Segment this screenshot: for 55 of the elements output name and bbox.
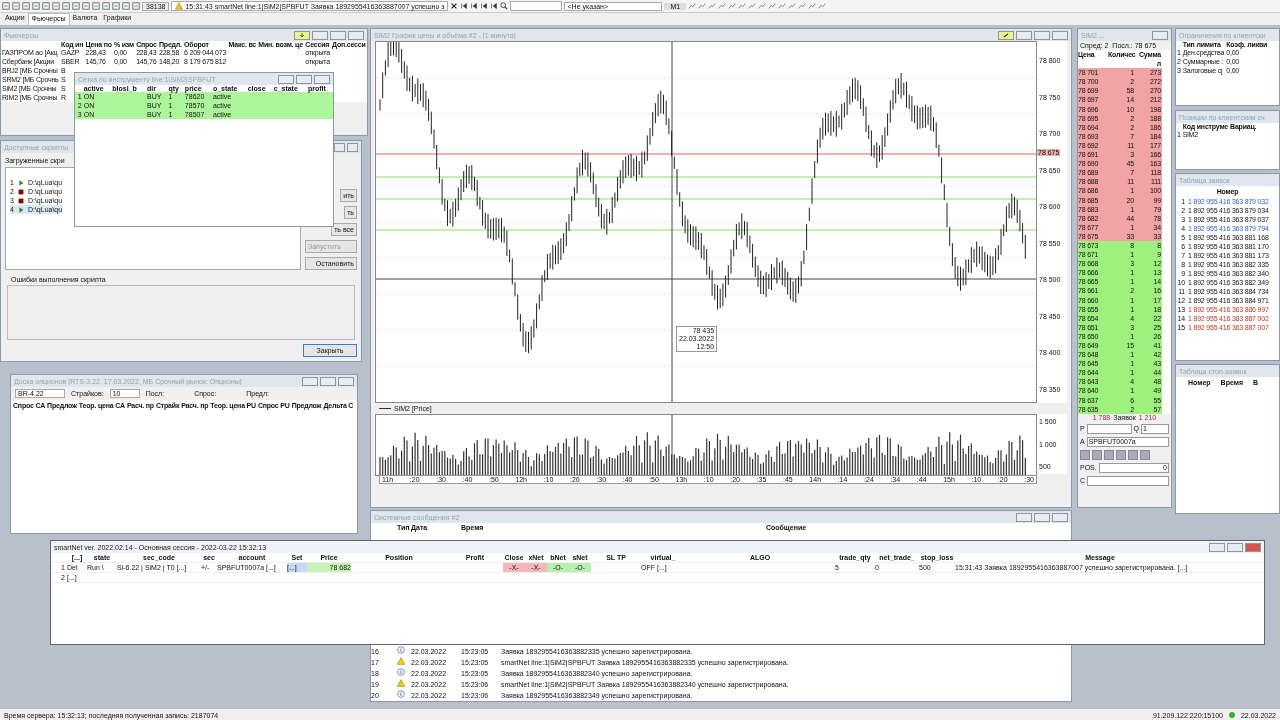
toolbar-tool-icon[interactable]	[102, 2, 110, 10]
toolbar-tool-icon[interactable]	[112, 2, 120, 10]
price-field[interactable]	[1086, 423, 1132, 434]
action-icon[interactable]	[1140, 449, 1150, 460]
close-button[interactable]	[338, 376, 354, 386]
toolbar-tool-icon[interactable]	[132, 2, 140, 10]
close-button[interactable]	[1052, 512, 1068, 522]
close-button[interactable]	[347, 142, 358, 152]
pin-button[interactable]	[294, 30, 310, 40]
maximize-button[interactable]	[296, 74, 312, 84]
maximize-button[interactable]	[1227, 542, 1243, 552]
toolbar-tool-icon[interactable]	[42, 2, 50, 10]
link-button[interactable]	[998, 30, 1014, 40]
minimize-button[interactable]	[1209, 542, 1225, 552]
maximize-button[interactable]	[1034, 30, 1050, 40]
action-icon[interactable]	[1080, 449, 1090, 460]
action-icon[interactable]	[1092, 449, 1102, 460]
search-field[interactable]	[510, 1, 563, 11]
play-icon	[16, 178, 25, 187]
connection-status-icon	[1228, 712, 1235, 718]
maximize-button[interactable]	[330, 30, 346, 40]
action-icon[interactable]	[1128, 449, 1138, 460]
close-button[interactable]	[1245, 542, 1261, 552]
toolbar-tool-icon[interactable]	[72, 2, 80, 10]
toolbar-tool-icon[interactable]	[122, 2, 130, 10]
maximize-button[interactable]	[334, 142, 345, 152]
toolbar-tool-icon[interactable]	[32, 2, 40, 10]
toolbar-tool-icon[interactable]	[22, 2, 30, 10]
toolbar-tool-icon[interactable]	[82, 2, 90, 10]
maximize-button[interactable]	[320, 376, 336, 386]
minimize-button[interactable]	[278, 74, 294, 84]
play-icon	[16, 205, 25, 214]
close-icon[interactable]	[450, 2, 459, 10]
comment-select[interactable]	[1087, 475, 1169, 486]
playback-icon[interactable]	[460, 2, 469, 10]
minimize-button[interactable]	[312, 30, 328, 40]
minimize-button[interactable]	[1152, 30, 1168, 40]
warning-icon	[175, 2, 184, 10]
action-icon[interactable]	[1116, 449, 1126, 460]
toolbar-tool-icon[interactable]	[92, 2, 100, 10]
toolbar-tool-icon[interactable]	[52, 2, 60, 10]
search-icon[interactable]	[500, 2, 509, 10]
playback-icon[interactable]	[480, 2, 489, 10]
close-button[interactable]	[1052, 30, 1068, 40]
toolbar-tool-icon[interactable]	[62, 2, 70, 10]
playback-icon[interactable]	[490, 2, 499, 10]
toolbar-tool-icon[interactable]	[2, 2, 10, 10]
playback-icon[interactable]	[470, 2, 479, 10]
close-button[interactable]	[348, 30, 364, 40]
maximize-button[interactable]	[1034, 512, 1050, 522]
minimize-button[interactable]	[302, 376, 318, 386]
toolbar-tool-icon[interactable]	[12, 2, 20, 10]
minimize-button[interactable]	[1016, 512, 1032, 522]
close-button[interactable]	[314, 74, 330, 84]
action-icon[interactable]	[1104, 449, 1114, 460]
